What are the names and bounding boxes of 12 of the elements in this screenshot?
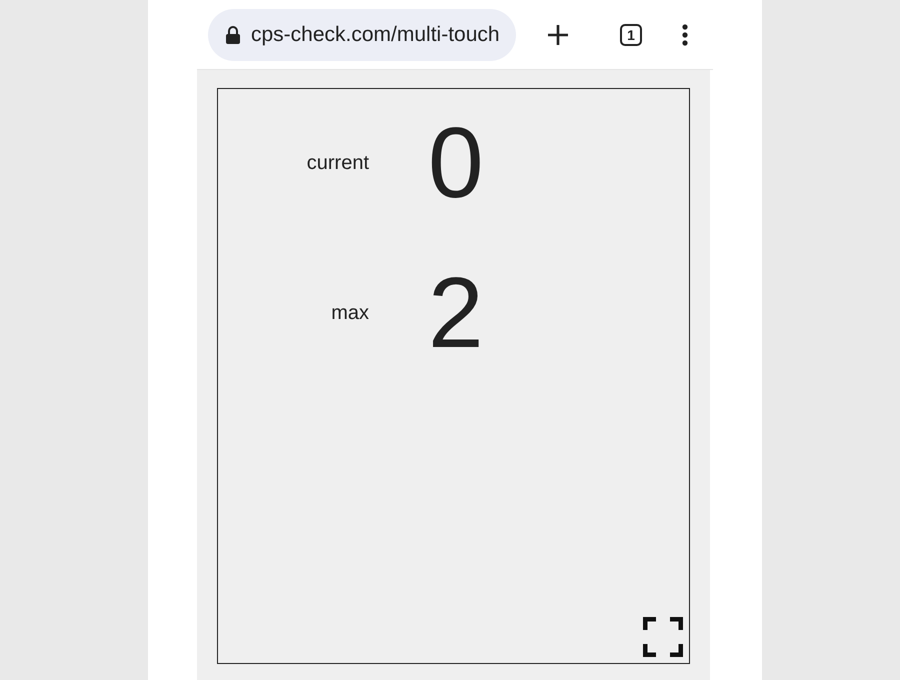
counter-value: 0 <box>428 113 485 213</box>
counter-label: current <box>306 152 369 174</box>
fullscreen-button[interactable] <box>643 617 683 657</box>
counter-label: max <box>331 302 369 324</box>
counter-value: 2 <box>428 263 485 363</box>
new-tab-button[interactable] <box>547 24 569 46</box>
touch-area[interactable]: current 0 max 2 <box>217 88 690 664</box>
lock-icon <box>226 26 240 44</box>
address-bar[interactable]: cps-check.com/multi-touch <box>208 8 516 60</box>
tab-count-button[interactable]: 1 <box>620 24 642 46</box>
url-text: cps-check.com/multi-touch <box>251 22 500 46</box>
menu-button[interactable] <box>682 24 688 46</box>
